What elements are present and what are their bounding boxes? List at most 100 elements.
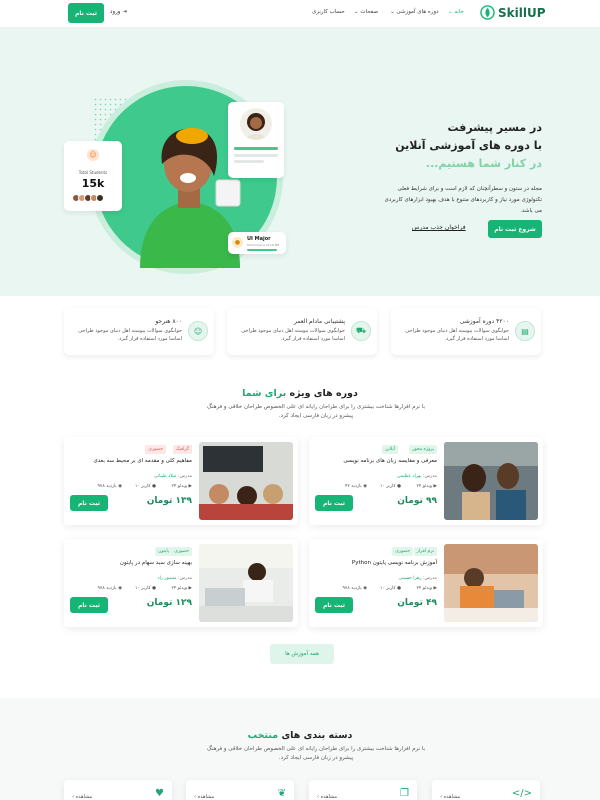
course-users: ۱۰ کاربر ● <box>380 586 401 591</box>
special-desc: با نرم افزارها شناخت بیشتری را برای طراح… <box>207 404 425 419</box>
instructor-call-link[interactable]: فراخوان جذب مدرس <box>412 224 466 231</box>
course-card[interactable]: گرافیک حضوری مفاهیم کلی و مقدمه ای بر مح… <box>64 437 298 525</box>
feature-card-students: ☺ ۸۰۰ هنرجو جوابگوی سوالات پیوسته اهل دن… <box>64 308 214 355</box>
all-courses-button[interactable]: همه آموزش ها <box>270 644 334 664</box>
avatar-stack <box>72 194 104 202</box>
feature-desc: جوابگوی سوالات پیوسته اهل دنیای موجود طر… <box>78 328 182 342</box>
course-users: ۱۰ کاربر ● <box>380 484 401 489</box>
special-title-b: برای شما <box>242 388 287 399</box>
videos-label: ۲۴ ویدئو <box>171 484 188 489</box>
instructor-label: مدرس: <box>178 576 192 581</box>
students-label: Total Students <box>78 170 108 175</box>
user-icon: ● <box>397 586 401 591</box>
video-icon: ▶ <box>188 484 192 489</box>
course-instructor: مدرس: میلاد طیباتی <box>154 474 192 479</box>
profile-avatar <box>240 108 272 140</box>
category-view-link[interactable]: مشاهده › <box>194 794 214 800</box>
videos-label: ۲۴ ویدئو <box>171 586 188 591</box>
course-views: ۹۷۸ بازدید ◉ <box>98 586 122 591</box>
students-value: 15k <box>81 177 105 190</box>
nav-courses[interactable]: ⌄ دوره های آموزشی <box>390 9 439 15</box>
mentor-avatar: ● <box>232 237 243 248</box>
course-register-button[interactable]: ثبت نام <box>70 597 108 613</box>
course-instructor: مدرس: بهزاد عظیمی <box>397 474 437 479</box>
course-card[interactable]: پروژه محور آنلاین معرفی و مقایسه زبان ها… <box>309 437 543 525</box>
nav-pages[interactable]: ⌄ صفحات <box>354 9 378 15</box>
course-card[interactable]: نرم افزار حضوری آموزش برنامه نویسی پایتو… <box>309 539 543 627</box>
nav-home[interactable]: ⌄ خانه <box>448 9 464 15</box>
leaf-icon: ❦ <box>277 788 286 799</box>
instructor-name: زهرا حسینی <box>398 576 422 581</box>
course-card[interactable]: حضوری پایتون بهینه سازی سبد سهام در پایت… <box>64 539 298 627</box>
instructor-name: منصور راد <box>157 576 177 581</box>
login-link[interactable]: ورود ⇥ <box>110 9 127 15</box>
hero-title-line3: در کنار شما هستیم... <box>425 157 542 170</box>
course-title: معرفی و مقایسه زبان های برنامه نویسی <box>343 458 437 464</box>
category-view-link[interactable]: مشاهده › <box>440 794 460 800</box>
code-icon: </> <box>511 788 532 799</box>
mentor-time: Tomorrow is at 10 PM <box>247 243 279 247</box>
course-tag: نرم افزار <box>413 547 437 556</box>
category-card[interactable]: ❐ مشاهده › <box>309 780 417 800</box>
register-button[interactable]: ثبت نام <box>68 3 104 23</box>
course-image <box>444 544 538 622</box>
course-title: آموزش برنامه نویسی پایتون Python <box>351 560 437 566</box>
users-icon: ☺ <box>188 321 208 341</box>
views-label: ۹۷۸ بازدید <box>342 586 362 591</box>
categories-title-a: دسته بندی های <box>281 730 353 741</box>
feature-title: ۸۰۰ هنرجو <box>155 318 182 325</box>
course-tag: پروژه محور <box>409 445 437 454</box>
hero-section: ☺ Total Students 15k ● UI Major Tomorrow… <box>0 28 600 296</box>
feature-title: پشتیبانی مادام العمر <box>293 318 345 325</box>
copy-icon: ❐ <box>400 788 409 799</box>
course-price: ۴۹ تومان <box>397 598 437 608</box>
categories-title-b: منتخب <box>247 730 279 741</box>
nav-account[interactable]: حساب کاربری <box>312 9 345 15</box>
course-tag: حضوری <box>392 547 413 556</box>
instructor-name: بهزاد عظیمی <box>397 474 422 479</box>
course-register-button[interactable]: ثبت نام <box>315 495 353 511</box>
login-label: ورود <box>110 9 121 15</box>
feature-card-support: ⛟ پشتیبانی مادام العمر جوابگوی سوالات پی… <box>227 308 377 355</box>
login-icon: ⇥ <box>122 9 127 15</box>
students-card: ☺ Total Students 15k <box>64 141 122 211</box>
video-icon: ▶ <box>188 586 192 591</box>
logo-text: SkillUP <box>498 5 546 20</box>
mentor-card: ● UI Major Tomorrow is at 10 PM <box>228 232 286 254</box>
users-label: ۱۰ کاربر <box>134 484 151 489</box>
category-view-link[interactable]: مشاهده › <box>72 794 92 800</box>
book-icon: ▤ <box>515 321 535 341</box>
students-icon: ☺ <box>87 149 99 161</box>
course-videos: ۲۴ ویدئو ▶ <box>416 586 437 591</box>
category-card[interactable]: ❦ مشاهده › <box>186 780 294 800</box>
category-view-link[interactable]: مشاهده › <box>317 794 337 800</box>
eye-icon: ◉ <box>118 586 122 591</box>
video-icon: ▶ <box>433 586 437 591</box>
course-videos: ۲۴ ویدئو ▶ <box>416 484 437 489</box>
course-title: بهینه سازی سبد سهام در پایتون <box>119 560 192 566</box>
course-instructor: مدرس: زهرا حسینی <box>399 576 437 581</box>
start-register-button[interactable]: شروع ثبت نام <box>488 220 542 238</box>
profile-card <box>228 102 284 178</box>
hero-title-line2: با دوره های آموزشی آنلاین <box>395 139 542 152</box>
views-label: ۹۷۸ بازدید <box>97 484 117 489</box>
course-register-button[interactable]: ثبت نام <box>70 495 108 511</box>
category-card[interactable]: </> مشاهده › <box>432 780 540 800</box>
course-videos: ۲۴ ویدئو ▶ <box>171 484 192 489</box>
eye-icon: ◉ <box>363 484 367 489</box>
course-tag: گرافیک <box>172 445 192 454</box>
logo[interactable]: SkillUP <box>480 5 546 20</box>
nav-home-label: خانه <box>454 9 464 15</box>
users-label: ۱۰ کاربر <box>379 586 396 591</box>
hero-title-line1: در مسیر پیشرفت <box>447 121 542 134</box>
category-card[interactable]: ♥ مشاهده › <box>64 780 172 800</box>
feature-card-courses: ▤ ۴۲۰۰ دوره آموزشی جوابگوی سوالات پیوسته… <box>391 308 541 355</box>
categories-title: دسته بندی های منتخب <box>0 730 600 741</box>
eye-icon: ◉ <box>363 586 367 591</box>
users-label: ۱۰ کاربر <box>379 484 396 489</box>
feature-title: ۴۲۰۰ دوره آموزشی <box>459 318 509 325</box>
course-register-button[interactable]: ثبت نام <box>315 597 353 613</box>
videos-label: ۲۴ ویدئو <box>416 586 433 591</box>
mentor-name: UI Major <box>247 236 271 242</box>
views-label: ۴۲ بازدید <box>344 484 362 489</box>
